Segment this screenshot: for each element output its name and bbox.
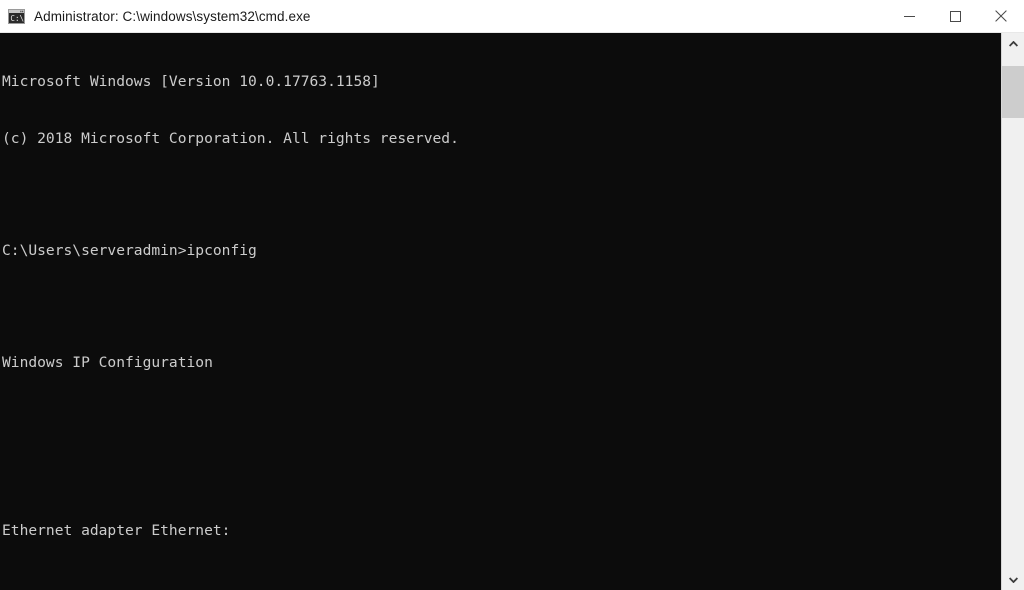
scroll-up-button[interactable] bbox=[1002, 33, 1024, 54]
chevron-down-icon bbox=[1008, 576, 1018, 583]
scrollbar-track[interactable] bbox=[1002, 54, 1024, 569]
cmd-window: C:\ Administrator: C:\windows\system32\c… bbox=[0, 0, 1024, 590]
console-line: Microsoft Windows [Version 10.0.17763.11… bbox=[2, 73, 380, 91]
svg-text:C:\: C:\ bbox=[10, 14, 24, 23]
console-line-heading: Windows IP Configuration bbox=[2, 353, 213, 371]
window-controls bbox=[886, 0, 1024, 32]
minimize-button[interactable] bbox=[886, 0, 932, 32]
console-line: (c) 2018 Microsoft Corporation. All righ… bbox=[2, 129, 459, 147]
console-line-command: C:\Users\serveradmin>ipconfig bbox=[2, 241, 257, 259]
scroll-down-button[interactable] bbox=[1002, 569, 1024, 590]
vertical-scrollbar[interactable] bbox=[1001, 33, 1024, 590]
close-icon bbox=[995, 10, 1007, 22]
title-bar-left: C:\ Administrator: C:\windows\system32\c… bbox=[0, 8, 886, 24]
console-area[interactable]: Microsoft Windows [Version 10.0.17763.11… bbox=[0, 33, 1024, 590]
chevron-up-icon bbox=[1008, 40, 1018, 47]
minimize-icon bbox=[903, 15, 915, 17]
console-line-adapter: Ethernet adapter Ethernet: bbox=[2, 522, 231, 540]
maximize-icon bbox=[949, 10, 961, 22]
title-bar[interactable]: C:\ Administrator: C:\windows\system32\c… bbox=[0, 0, 1024, 33]
console-output[interactable]: Microsoft Windows [Version 10.0.17763.11… bbox=[0, 33, 1001, 590]
close-button[interactable] bbox=[978, 0, 1024, 32]
cmd-console-icon: C:\ bbox=[8, 8, 25, 24]
window-title: Administrator: C:\windows\system32\cmd.e… bbox=[34, 8, 311, 24]
scrollbar-thumb[interactable] bbox=[1002, 66, 1024, 118]
maximize-button[interactable] bbox=[932, 0, 978, 32]
